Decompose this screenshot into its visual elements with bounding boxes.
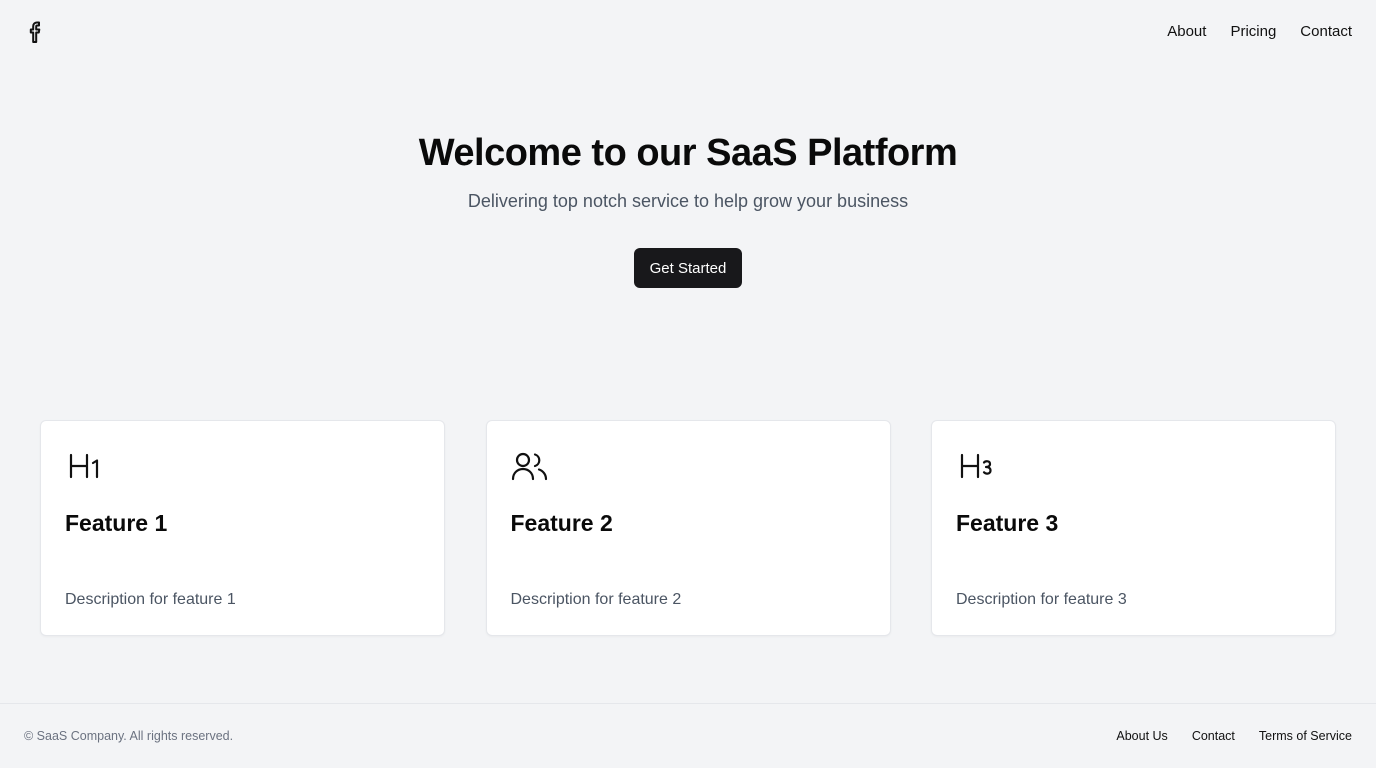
facebook-icon[interactable] — [24, 20, 48, 44]
feature-title: Feature 2 — [510, 510, 613, 536]
main-nav: About Pricing Contact — [1167, 22, 1352, 42]
feature-description: Description for feature 3 — [956, 591, 1127, 608]
heading-3-icon — [956, 449, 996, 483]
feature-card: Feature 1 Description for feature 1 — [40, 420, 445, 636]
feature-description: Description for feature 2 — [510, 591, 682, 608]
feature-card: Feature 2 Description for feature 2 — [485, 420, 891, 636]
hero-subtitle: Delivering top notch service to help gro… — [467, 191, 909, 211]
footer-nav: About Us Contact Terms of Service — [1116, 729, 1352, 743]
feature-card: Feature 3 Description for feature 3 — [931, 420, 1336, 636]
site-header: About Pricing Contact — [0, 0, 1376, 64]
heading-1-icon — [65, 449, 105, 483]
nav-contact[interactable]: Contact — [1300, 22, 1352, 42]
hero-section: Welcome to our SaaS Platform Delivering … — [0, 130, 1376, 288]
footer-terms-link[interactable]: Terms of Service — [1259, 729, 1352, 743]
footer-contact-link[interactable]: Contact — [1192, 729, 1235, 743]
get-started-button[interactable]: Get Started — [633, 248, 743, 288]
nav-pricing[interactable]: Pricing — [1230, 22, 1276, 42]
feature-description: Description for feature 1 — [65, 591, 236, 608]
feature-title: Feature 3 — [956, 510, 1059, 536]
feature-title: Feature 1 — [65, 510, 168, 536]
features-section: Feature 1 Description for feature 1 Feat… — [40, 420, 1336, 636]
users-icon — [511, 449, 551, 483]
hero-title: Welcome to our SaaS Platform — [418, 132, 958, 174]
nav-about[interactable]: About — [1167, 22, 1206, 42]
site-footer: © SaaS Company. All rights reserved. Abo… — [0, 703, 1376, 768]
footer-about-link[interactable]: About Us — [1116, 729, 1167, 743]
copyright-text: © SaaS Company. All rights reserved. — [24, 729, 234, 743]
